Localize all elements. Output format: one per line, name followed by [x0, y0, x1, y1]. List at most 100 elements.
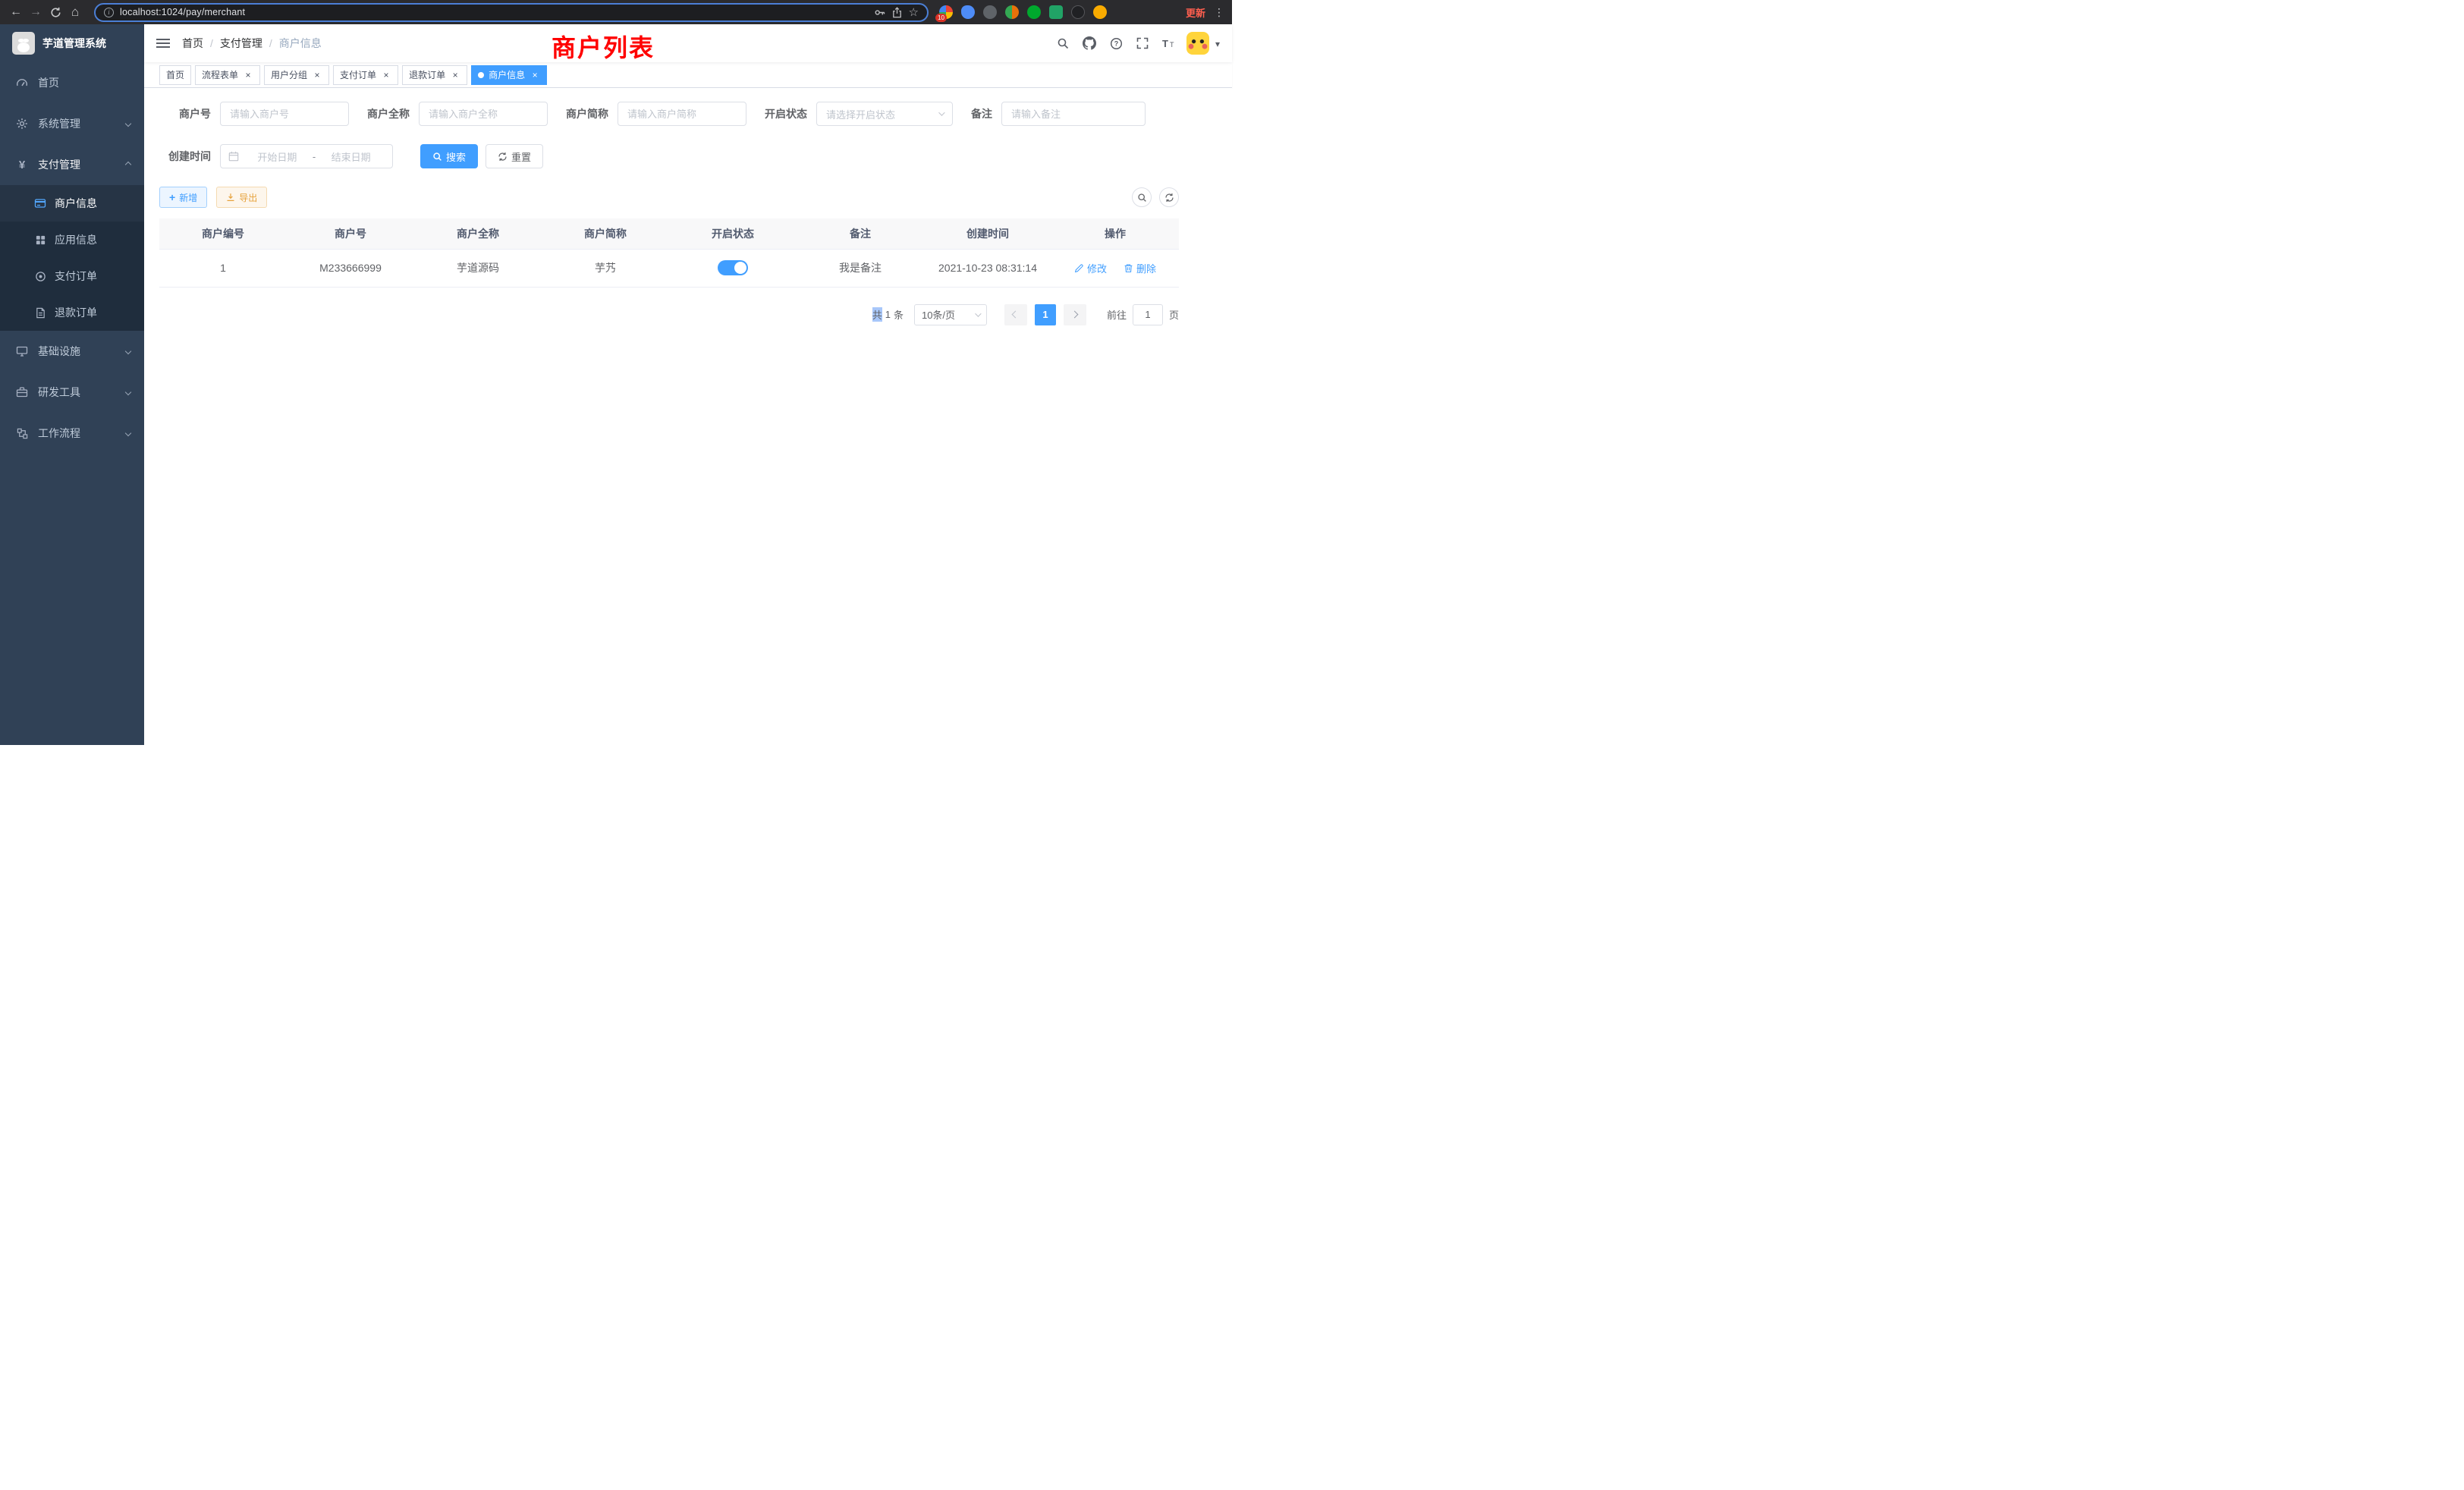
help-icon[interactable]: ? — [1106, 33, 1127, 54]
user-avatar[interactable] — [1186, 32, 1209, 55]
tab-process-form[interactable]: 流程表单 — [195, 65, 260, 85]
github-icon[interactable] — [1079, 33, 1100, 54]
chevron-down-icon — [938, 109, 944, 115]
sidebar-item-infrastructure[interactable]: 基础设施 — [0, 331, 144, 372]
fullscreen-icon[interactable] — [1133, 33, 1152, 53]
breadcrumb-separator — [269, 37, 272, 49]
delete-link[interactable]: 删除 — [1124, 261, 1156, 275]
caret-down-icon[interactable] — [1215, 37, 1220, 49]
table-header-row: 商户编号 商户号 商户全称 商户简称 开启状态 备注 创建时间 操作 — [159, 218, 1179, 249]
goto-page-input[interactable] — [1133, 304, 1163, 325]
font-size-icon[interactable]: T T — [1158, 33, 1180, 53]
plus-icon — [169, 191, 175, 203]
extension-icon-2[interactable] — [961, 5, 975, 19]
remark-input[interactable] — [1001, 102, 1146, 126]
tab-merchant-info[interactable]: 商户信息 — [471, 65, 547, 85]
col-full-name: 商户全称 — [414, 218, 542, 249]
sidebar-item-refund-orders[interactable]: 退款订单 — [0, 294, 144, 331]
merchant-no-input[interactable] — [220, 102, 349, 126]
full-name-label: 商户全称 — [367, 106, 419, 121]
tab-label: 首页 — [166, 68, 184, 81]
status-select[interactable]: 请选择开启状态 — [816, 102, 953, 126]
browser-update-button[interactable]: 更新 — [1179, 5, 1212, 20]
grid-icon — [33, 234, 47, 246]
tab-refund-orders[interactable]: 退款订单 — [402, 65, 467, 85]
short-name-label: 商户简称 — [566, 106, 618, 121]
forward-icon[interactable] — [26, 2, 46, 22]
info-icon[interactable] — [104, 8, 114, 17]
sidebar-item-app-info[interactable]: 应用信息 — [0, 222, 144, 258]
short-name-field: 商户简称 — [566, 102, 746, 126]
tab-user-group[interactable]: 用户分组 — [264, 65, 329, 85]
page-size-select[interactable]: 10条/页 — [914, 304, 987, 325]
sidebar-item-merchant-info[interactable]: 商户信息 — [0, 185, 144, 222]
chevron-right-icon — [1071, 311, 1079, 319]
key-icon[interactable] — [874, 7, 885, 18]
chevron-down-icon — [125, 121, 131, 127]
share-icon[interactable] — [891, 7, 903, 18]
extension-icon-5[interactable] — [1027, 5, 1041, 19]
navbar: 首页 支付管理 商户信息 商户列表 — [144, 24, 1232, 62]
sidebar-item-label: 支付管理 — [38, 157, 80, 172]
search-icon[interactable] — [1053, 33, 1073, 53]
tab-home[interactable]: 首页 — [159, 65, 191, 85]
hamburger-icon[interactable] — [156, 33, 170, 53]
breadcrumb-home[interactable]: 首页 — [182, 36, 203, 51]
short-name-input[interactable] — [618, 102, 746, 126]
total-count: 1 — [885, 309, 891, 320]
tab-label: 支付订单 — [340, 68, 376, 81]
profile-avatar-icon[interactable] — [1093, 5, 1107, 19]
remark-field: 备注 — [971, 102, 1146, 126]
sidebar-item-workflow[interactable]: 工作流程 — [0, 413, 144, 454]
sidebar-item-label: 基础设施 — [38, 344, 80, 359]
sidebar-item-home[interactable]: 首页 — [0, 62, 144, 103]
tab-payment-orders[interactable]: 支付订单 — [333, 65, 398, 85]
sidebar-item-system[interactable]: 系统管理 — [0, 103, 144, 144]
extension-badge: 10 — [935, 14, 947, 22]
sidebar-item-dev-tools[interactable]: 研发工具 — [0, 372, 144, 413]
search-button[interactable]: 搜索 — [420, 144, 478, 168]
sidebar-item-payment-orders[interactable]: 支付订单 — [0, 258, 144, 294]
extension-icon-4[interactable] — [1005, 5, 1019, 19]
full-name-input[interactable] — [419, 102, 548, 126]
close-icon[interactable] — [450, 70, 460, 80]
bookmark-star-icon[interactable] — [909, 5, 919, 19]
add-button[interactable]: 新增 — [159, 187, 207, 208]
extension-icon-3[interactable] — [983, 5, 997, 19]
chevron-down-icon — [125, 430, 131, 436]
reload-icon[interactable] — [46, 2, 65, 22]
chevron-up-icon — [125, 162, 131, 168]
reset-button-label: 重置 — [511, 149, 531, 164]
back-icon[interactable] — [6, 2, 26, 22]
sidebar-item-payment[interactable]: ¥ 支付管理 — [0, 144, 144, 185]
page-number-1[interactable]: 1 — [1035, 304, 1056, 325]
extensions-area: 10 — [939, 5, 1107, 19]
filter-row-1: 商户号 商户全称 商户简称 开启状态 请选择开启状态 — [159, 102, 1179, 126]
table-toolbar: 新增 导出 — [159, 187, 1179, 208]
app-logo[interactable]: 芋道管理系统 — [0, 24, 144, 62]
close-icon[interactable] — [381, 70, 391, 80]
extension-icon-6[interactable] — [1049, 5, 1063, 19]
close-icon[interactable] — [530, 70, 540, 80]
date-range-picker[interactable]: 开始日期 - 结束日期 — [220, 144, 393, 168]
monitor-icon — [15, 345, 29, 357]
export-button[interactable]: 导出 — [216, 187, 267, 208]
next-page-button[interactable] — [1064, 304, 1086, 325]
status-toggle[interactable] — [718, 260, 748, 275]
col-merchant-no: 商户号 — [287, 218, 414, 249]
extension-icon-1[interactable]: 10 — [939, 5, 953, 19]
page-annotation: 商户列表 — [552, 29, 655, 64]
extension-icon-7[interactable] — [1071, 5, 1085, 19]
home-icon[interactable] — [65, 2, 85, 22]
close-icon[interactable] — [312, 70, 322, 80]
prev-page-button[interactable] — [1004, 304, 1027, 325]
reset-button[interactable]: 重置 — [486, 144, 543, 168]
toggle-search-icon[interactable] — [1132, 187, 1152, 207]
url-bar[interactable]: localhost:1024/pay/merchant — [94, 3, 929, 22]
edit-link[interactable]: 修改 — [1074, 261, 1107, 275]
close-icon[interactable] — [243, 70, 253, 80]
breadcrumb-payment[interactable]: 支付管理 — [220, 36, 262, 51]
sidebar-item-label: 支付订单 — [55, 269, 97, 284]
refresh-table-icon[interactable] — [1159, 187, 1179, 207]
browser-menu-icon[interactable] — [1212, 6, 1226, 19]
